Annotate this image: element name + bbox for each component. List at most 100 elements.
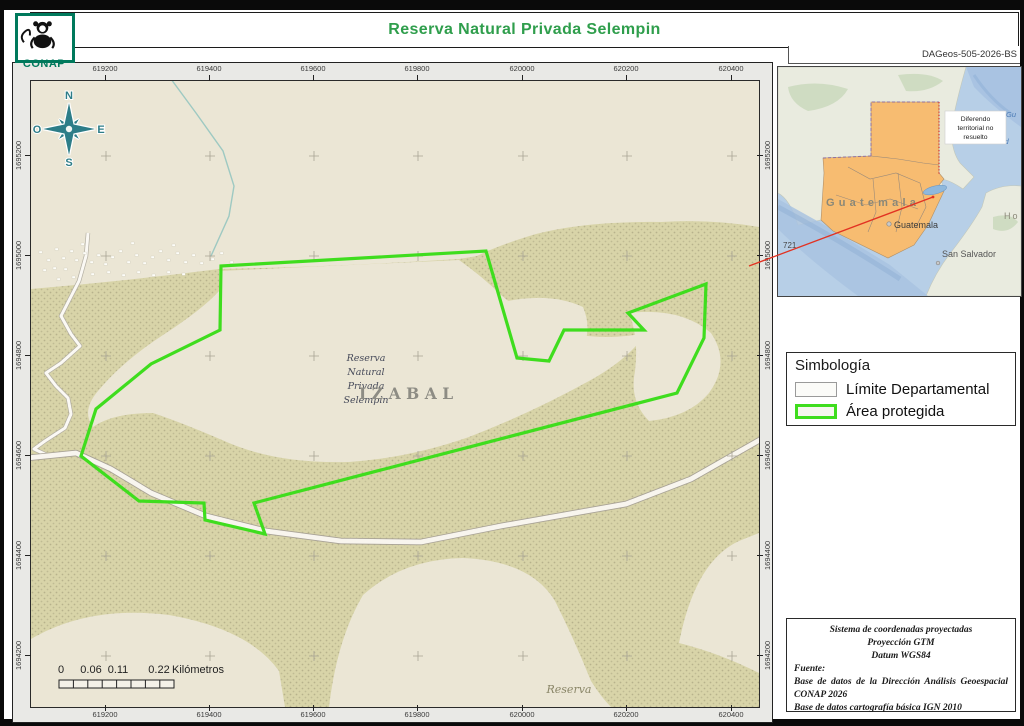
legend-item-protected-area: Área protegida — [795, 400, 1007, 422]
building-footprint — [159, 250, 162, 252]
grid-tick-mark — [522, 705, 523, 711]
building-footprint — [39, 251, 42, 253]
scale-tick-022: 0.22 — [148, 664, 169, 676]
building-footprint — [127, 261, 130, 263]
building-footprint — [182, 273, 185, 275]
building-footprint — [152, 274, 155, 276]
x-axis-label-bottom: 619200 — [75, 710, 135, 719]
conap-logo-caption: CONAP — [12, 58, 76, 70]
compass-west-label: O — [33, 124, 42, 136]
department-label: IZABAL — [359, 384, 459, 403]
y-axis-label-left: 1695000 — [13, 231, 24, 279]
territorial-dispute-note: Diferendo territorial no resuelto — [945, 111, 1006, 144]
x-axis-label-top: 619600 — [283, 64, 343, 73]
compass-south-label: S — [65, 157, 72, 169]
building-footprint — [143, 262, 146, 264]
grid-tick-mark — [25, 455, 31, 456]
building-footprint — [220, 252, 223, 254]
y-axis-label-right: 1695000 — [762, 231, 773, 279]
y-axis-label-right: 1694800 — [762, 331, 773, 379]
building-footprint — [57, 278, 60, 280]
legend-item-label: Límite Departamental — [846, 381, 989, 398]
scale-tick-006: 0.06 — [80, 664, 101, 676]
inset-sea-label-fragment1: Gu — [1006, 110, 1017, 119]
grid-tick-mark — [105, 75, 106, 81]
grid-tick-mark — [417, 75, 418, 81]
y-axis-label-left: 1694800 — [13, 331, 24, 379]
building-footprint — [119, 250, 122, 252]
building-footprint — [70, 250, 73, 252]
main-map-canvas: Reserva Natural Privada Selempin IZABAL … — [30, 80, 760, 708]
conap-logo — [15, 13, 75, 63]
source-line1: Base de datos de la Dirección Análisis G… — [794, 676, 1008, 689]
departmental-boundary-swatch — [795, 382, 837, 397]
grid-tick-mark — [731, 75, 732, 81]
building-footprint — [43, 269, 46, 271]
x-axis-label-bottom: 620400 — [701, 710, 761, 719]
datum-line: Datum WGS84 — [794, 650, 1008, 663]
dispute-note-line3: resuelto — [963, 134, 987, 141]
grid-tick-mark — [25, 555, 31, 556]
x-axis-label-top: 619800 — [387, 64, 447, 73]
building-footprint — [211, 258, 214, 260]
source-line2: CONAP 2026 — [794, 689, 1008, 702]
building-footprint — [200, 262, 203, 264]
grid-tick-mark — [25, 155, 31, 156]
x-axis-label-bottom: 619800 — [387, 710, 447, 719]
x-axis-label-bottom: 619600 — [283, 710, 343, 719]
grid-tick-mark — [731, 705, 732, 711]
inset-capital-label: Guatemala — [894, 220, 938, 230]
building-footprint — [90, 261, 93, 263]
y-axis-label-left: 1694600 — [13, 431, 24, 479]
building-footprint — [47, 259, 50, 261]
grid-tick-mark — [417, 705, 418, 711]
projection-line: Proyección GTM — [794, 637, 1008, 650]
grid-tick-mark — [757, 455, 763, 456]
grid-tick-mark — [313, 75, 314, 81]
building-footprint — [53, 267, 56, 269]
reserve-label-line1: Reserva — [346, 353, 386, 364]
inset-country-label: Guatemala — [826, 197, 920, 209]
y-axis-label-right: 1694600 — [762, 431, 773, 479]
dispute-note-line2: territorial no — [958, 125, 994, 132]
scale-tick-011: 0.11 — [108, 664, 129, 676]
crs-line: Sistema de coordenadas proyectadas — [794, 624, 1008, 637]
grid-tick-mark — [626, 705, 627, 711]
header-bar: Reserva Natural Privada Selempin — [30, 12, 1019, 48]
building-footprint — [167, 259, 170, 261]
building-footprint — [122, 274, 125, 276]
grid-tick-mark — [105, 705, 106, 711]
inset-san-salvador-label: San Salvador — [942, 249, 996, 259]
san-salvador-dot — [936, 261, 940, 265]
inset-map-canvas: Guatemala Guatemala San Salvador Ho Gu h… — [778, 67, 1021, 296]
x-axis-label-bottom: 619400 — [179, 710, 239, 719]
legend-title: Simbología — [795, 357, 1007, 374]
grid-tick-mark — [25, 255, 31, 256]
building-footprint — [75, 259, 78, 261]
building-footprint — [176, 252, 179, 254]
x-axis-label-top: 620200 — [596, 64, 656, 73]
x-axis-label-top: 619400 — [179, 64, 239, 73]
protected-area-swatch — [795, 404, 837, 419]
grid-tick-mark — [25, 355, 31, 356]
legend-item-departmental: Límite Departamental — [795, 378, 1007, 400]
building-footprint — [81, 243, 84, 245]
y-axis-label-right: 1694200 — [762, 631, 773, 679]
building-footprint — [107, 271, 110, 273]
page-title: Reserva Natural Privada Selempin — [388, 21, 660, 39]
legend-item-label: Área protegida — [846, 403, 944, 420]
grid-tick-mark — [757, 155, 763, 156]
building-footprint — [62, 257, 65, 259]
inset-map-container: Guatemala Guatemala San Salvador Ho Gu h… — [777, 66, 1022, 297]
source-header: Fuente: — [794, 663, 1008, 676]
y-axis-label-left: 1694200 — [13, 631, 24, 679]
y-axis-label-right: 1695200 — [762, 131, 773, 179]
compass-north-label: N — [65, 90, 73, 102]
document-code: DAGeos-505-2026-BS — [788, 46, 1020, 64]
building-footprint — [83, 252, 86, 254]
building-footprint — [135, 254, 138, 256]
building-footprint — [172, 244, 175, 246]
building-footprint — [192, 254, 195, 256]
building-footprint — [111, 256, 114, 258]
scale-tick-0: 0 — [58, 664, 64, 676]
